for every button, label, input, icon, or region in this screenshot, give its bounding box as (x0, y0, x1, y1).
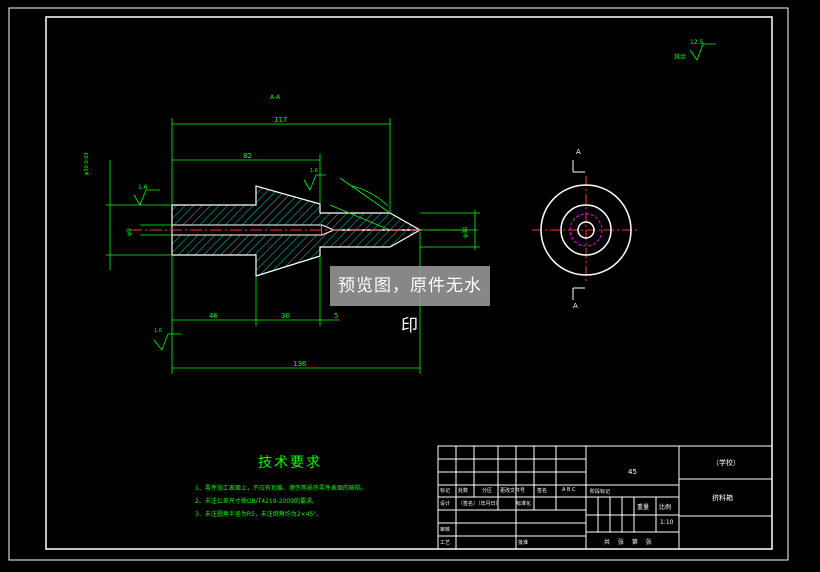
tech-requirements-title: 技术要求 (258, 455, 322, 471)
row-sign: 签名 (537, 488, 548, 494)
row-file: 更改文件号 (500, 488, 526, 494)
row-mark: 标记 (440, 488, 451, 494)
dim-82: 82 (243, 152, 252, 160)
design-label: 设计 (440, 501, 451, 507)
dim-dia-bore: φ9 (126, 228, 133, 236)
watermark: 预览图，原件无水印 (330, 266, 490, 336)
sheet-text: 共 张 第 张 (604, 539, 655, 546)
tech-requirement-2: 2、未注公差尺寸按GB/T4219-2009的要求。 (195, 498, 318, 505)
part-name: 挤料箱 (712, 494, 733, 502)
section-label: A-A (270, 94, 281, 101)
roughness-2: 1.6 (310, 168, 318, 174)
scale: 1:10 (660, 519, 674, 526)
dim-46: 46 (209, 312, 218, 320)
dim-5: 5 (334, 312, 339, 320)
dim-dia-left: φ30-0.03 (84, 152, 90, 175)
roughness-3: 1.6 (154, 328, 162, 334)
weight-label: 重量 (637, 504, 650, 511)
roughness-general: 12.5 (690, 39, 704, 46)
view-label-bottom: A (573, 302, 578, 310)
view-label-top: A (576, 148, 581, 156)
std-label: 标准化 (516, 501, 532, 507)
dim-total-117: 117 (274, 116, 288, 124)
school: （学校） (712, 459, 740, 467)
row-count: 处数 (458, 488, 469, 494)
stage-label: 阶段标记 (590, 489, 611, 495)
row-zone: 分区 (482, 488, 493, 494)
review-label: 审核 (440, 527, 451, 533)
roughness-1: 1.6 (138, 184, 148, 191)
end-view (532, 176, 640, 284)
dim-30: 30 (281, 312, 290, 320)
material: 45 (628, 468, 637, 476)
tech-requirement-3: 3、未注圆角半径为R5，未注倒角均为2×45°。 (195, 511, 323, 518)
abc: A B C (562, 487, 576, 493)
date-sign: （签名）（年月日） (458, 501, 501, 507)
process-label: 工艺 (440, 540, 451, 546)
tech-requirement-1: 1、零件加工表面上，不应有划痕、擦伤等损伤零件表面的缺陷。 (195, 485, 367, 492)
dim-total-136: 136 (293, 360, 307, 368)
dim-dia-right: φ30 (462, 226, 469, 238)
roughness-general-prefix: 其余 (674, 54, 687, 61)
approve-label: 批准 (518, 540, 529, 546)
scale-label: 比例 (659, 504, 672, 511)
